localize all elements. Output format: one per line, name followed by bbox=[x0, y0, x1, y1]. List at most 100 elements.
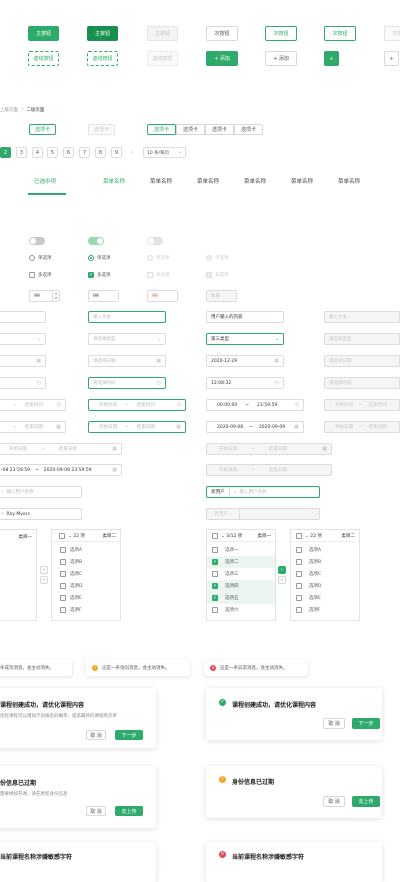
time-range-input[interactable]: ~ 结束时间 ◷ bbox=[0, 399, 66, 411]
time-input-focused[interactable]: 请选择时间 ◷ bbox=[88, 377, 166, 389]
prefixed-search-input[interactable]: 新用户 ⌕ 输入用户名称 bbox=[206, 486, 320, 498]
chevron-right-icon[interactable]: › bbox=[127, 147, 138, 158]
toggle-switch-off[interactable] bbox=[29, 237, 45, 245]
page-item[interactable]: 8 bbox=[95, 147, 106, 158]
transfer-list-item[interactable]: 选项D bbox=[52, 580, 120, 592]
transfer-list-item-checked[interactable]: ✓ 选项四 bbox=[207, 580, 275, 592]
upload-button[interactable]: 去上传 bbox=[115, 806, 143, 816]
number-input[interactable]: 99 bbox=[88, 290, 119, 302]
menu-item-selected[interactable]: 已选中项 bbox=[34, 177, 56, 185]
chip-tab-group-item[interactable]: 选项卡 bbox=[205, 124, 234, 135]
date-input[interactable]: 请选择日期 ▦ bbox=[88, 355, 166, 367]
cancel-button[interactable]: 取 消 bbox=[323, 718, 345, 729]
chevron-left-icon[interactable]: ‹ bbox=[278, 576, 286, 584]
secondary-button-hover[interactable]: 次按钮 bbox=[265, 26, 297, 41]
radio-button[interactable] bbox=[29, 255, 35, 261]
time-range-input-filled[interactable]: 00:00:00 ~23:59:59 ◷ bbox=[206, 399, 304, 411]
transfer-list-item[interactable]: 选项六 bbox=[207, 604, 275, 616]
primary-button[interactable]: 主按钮 bbox=[28, 26, 59, 41]
chip-tab-group-item[interactable]: 选项卡 bbox=[234, 124, 263, 135]
transfer-list-item-checked[interactable]: ✓ 选项五 bbox=[207, 592, 275, 604]
transfer-list-item[interactable]: 选项一 bbox=[207, 544, 275, 556]
chip-tab[interactable]: 选项卡 bbox=[29, 124, 56, 135]
transfer-list-item[interactable]: 选项B bbox=[52, 556, 120, 568]
select-input[interactable]: ⌄ bbox=[0, 333, 46, 345]
add-button[interactable]: + 添加 bbox=[206, 51, 238, 66]
checkbox[interactable] bbox=[29, 272, 35, 278]
chevron-right-icon[interactable]: › bbox=[278, 566, 286, 574]
text-input-filled[interactable]: 用户输入的内容 bbox=[206, 311, 284, 323]
transfer-list-item[interactable]: 选项F bbox=[291, 604, 359, 616]
breadcrumb-parent[interactable]: 上级页面 bbox=[0, 108, 18, 113]
cancel-button[interactable]: 取 消 bbox=[323, 796, 345, 807]
toggle-switch-on[interactable] bbox=[88, 237, 104, 245]
page-size-select[interactable]: 10 条/每页 ⌄ bbox=[143, 147, 186, 158]
chevron-left-icon[interactable]: ‹ bbox=[40, 576, 48, 584]
select-input[interactable]: 请选择类型 ⌄ bbox=[88, 333, 166, 345]
date-input[interactable]: ▦ bbox=[0, 355, 46, 367]
transfer-list-item[interactable]: 选项D bbox=[291, 580, 359, 592]
transfer-list-item[interactable]: 选项E bbox=[52, 592, 120, 604]
cancel-button[interactable]: 取 消 bbox=[86, 806, 106, 816]
text-input-focused[interactable]: 输入文本 bbox=[88, 311, 166, 323]
stepper-arrows-icon[interactable]: ▲ ▼ bbox=[52, 291, 59, 301]
menu-item[interactable]: 菜单名称 bbox=[244, 177, 266, 185]
plus-icon-button-outline[interactable]: + bbox=[384, 51, 399, 66]
select-all-checkbox[interactable] bbox=[212, 532, 218, 539]
time-input-filled[interactable]: 12:08:32 ◷ bbox=[206, 377, 284, 389]
date-range-input-focused[interactable]: 开始日期 ~ 结束日期 ▦ bbox=[88, 421, 186, 433]
transfer-list-item[interactable]: 选项F bbox=[52, 604, 120, 616]
number-stepper[interactable]: 99 ▲ ▼ bbox=[29, 290, 60, 302]
secondary-button-active[interactable]: 次按钮 bbox=[324, 26, 356, 41]
radio-button-selected[interactable] bbox=[88, 255, 94, 261]
transfer-list-item[interactable]: 选项A bbox=[52, 544, 120, 556]
number-input-error[interactable]: 99 bbox=[147, 290, 178, 302]
checkbox-checked[interactable]: ✓ bbox=[88, 272, 94, 278]
transfer-list-item[interactable]: 选项三 bbox=[207, 568, 275, 580]
prefix-select[interactable]: 新用户 bbox=[207, 487, 230, 497]
time-input[interactable]: ◷ bbox=[0, 377, 46, 389]
plus-icon-button[interactable]: + bbox=[324, 51, 339, 66]
transfer-list-item[interactable]: 选项A bbox=[291, 544, 359, 556]
cancel-button[interactable]: 取 消 bbox=[86, 730, 106, 740]
date-range-input[interactable]: 开始日期 ~ 结束日期 ▦ bbox=[0, 443, 122, 455]
page-item[interactable]: 6 bbox=[63, 147, 74, 158]
page-item[interactable]: 4 bbox=[32, 147, 43, 158]
select-input-filled[interactable]: 第三类型 ⌄ bbox=[206, 333, 284, 345]
next-button[interactable]: 下一步 bbox=[115, 730, 143, 740]
select-all-checkbox[interactable] bbox=[59, 532, 65, 539]
date-input-filled[interactable]: 2020-12-29 ▦ bbox=[206, 355, 284, 367]
menu-item[interactable]: 菜单名称 bbox=[150, 177, 172, 185]
menu-item-hover[interactable]: 菜单名称 bbox=[103, 177, 125, 185]
page-item[interactable]: 3 bbox=[16, 147, 27, 158]
next-button[interactable]: 下一步 bbox=[352, 718, 380, 729]
chip-tab-group-item-active[interactable]: 选项卡 bbox=[147, 124, 176, 135]
datetime-range-input[interactable]: -08 23:59:59 ~2020-09-08 23:59:59 ▦ bbox=[0, 464, 122, 476]
dashed-button[interactable]: 虚线按钮 bbox=[28, 51, 59, 66]
time-range-input-focused[interactable]: 开始时间 ~ 结束时间 ◷ bbox=[88, 399, 186, 411]
date-range-input[interactable]: ~ 结束日期 ▦ bbox=[0, 421, 66, 433]
menu-item[interactable]: 菜单名称 bbox=[338, 177, 360, 185]
chevron-right-icon[interactable]: › bbox=[40, 566, 48, 574]
transfer-list-item[interactable]: 选项C bbox=[291, 568, 359, 580]
text-input[interactable] bbox=[0, 311, 46, 323]
add-button-outline[interactable]: + 添加 bbox=[265, 51, 297, 66]
select-all-checkbox[interactable] bbox=[296, 532, 302, 539]
transfer-list-item-checked[interactable]: ✓ 选项二 bbox=[207, 556, 275, 568]
page-item[interactable]: 5 bbox=[47, 147, 58, 158]
date-range-input-filled[interactable]: 2020-09-08 ~2020-09-09 ▦ bbox=[206, 421, 304, 433]
menu-item[interactable]: 菜单名称 bbox=[291, 177, 313, 185]
chip-tab-group-item[interactable]: 选项卡 bbox=[176, 124, 205, 135]
transfer-list-item[interactable]: 选项B bbox=[291, 556, 359, 568]
dashed-button-hover[interactable]: 虚线按钮 bbox=[87, 51, 118, 66]
search-input[interactable]: ⌕ 输入用户名称 bbox=[0, 486, 82, 498]
search-input-filled[interactable]: ⌕ Ray Myers bbox=[0, 508, 82, 520]
page-item[interactable]: 7 bbox=[79, 147, 90, 158]
page-item-active[interactable]: 2 bbox=[0, 147, 11, 158]
secondary-button[interactable]: 次按钮 bbox=[206, 26, 238, 41]
page-item[interactable]: 9 bbox=[111, 147, 122, 158]
menu-item[interactable]: 菜单名称 bbox=[197, 177, 219, 185]
transfer-list-item[interactable]: 选项E bbox=[291, 592, 359, 604]
primary-button-pressed[interactable]: 主按钮 bbox=[87, 26, 118, 41]
upload-button[interactable]: 去上传 bbox=[352, 796, 380, 807]
